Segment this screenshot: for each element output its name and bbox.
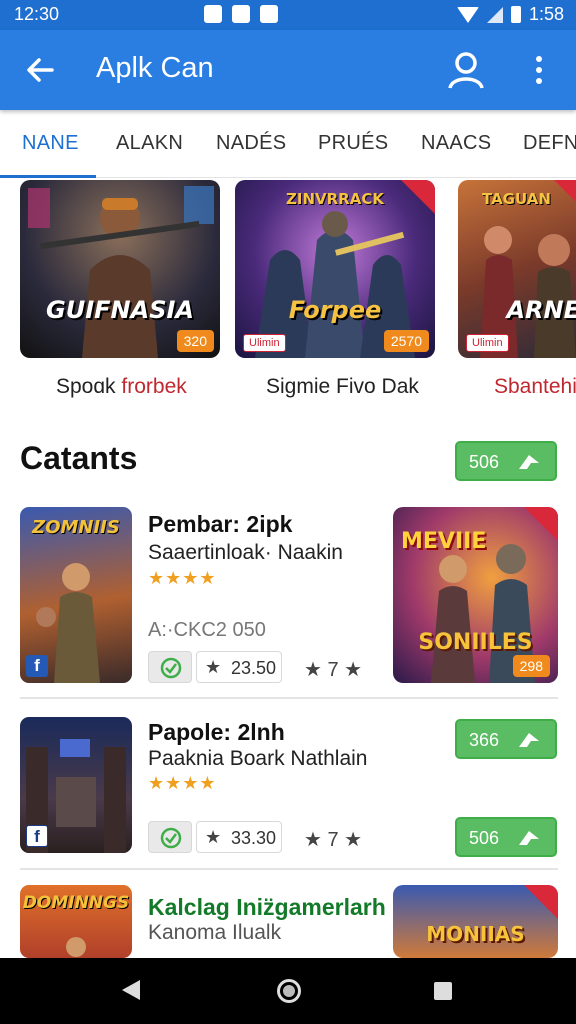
corner-ribbon bbox=[554, 180, 576, 214]
star-rating: ★★★★ bbox=[148, 568, 217, 589]
corner-ribbon bbox=[524, 507, 558, 541]
status-bar: 12:30 1:58 bbox=[0, 0, 576, 30]
signal-icon bbox=[486, 6, 503, 23]
tab-prues[interactable]: PRUÉS bbox=[318, 132, 388, 155]
publisher-pill: Ulimin bbox=[466, 334, 509, 352]
thumbnail-title: ZOMNIIS bbox=[32, 517, 120, 538]
status-clock: 1:58 bbox=[528, 4, 564, 24]
featured-label-2[interactable]: Sigmie Fivo Dak bbox=[266, 375, 419, 399]
tab-nane[interactable]: NANE bbox=[22, 132, 79, 155]
item-thumbnail[interactable]: f bbox=[20, 717, 132, 853]
item-thumbnail[interactable]: DOMINNGS bbox=[20, 885, 132, 958]
facebook-icon: f bbox=[26, 655, 48, 677]
nav-home-icon[interactable] bbox=[277, 979, 301, 1003]
verified-chip[interactable] bbox=[148, 821, 192, 853]
star-rating-text: ★★★★ bbox=[148, 773, 217, 793]
featured-art-title: ARNE bbox=[506, 296, 576, 324]
system-nav-bar bbox=[0, 958, 576, 1024]
active-tab-indicator bbox=[0, 175, 96, 178]
status-time: 12:30 bbox=[14, 4, 60, 24]
item-thumbnail[interactable]: ZOMNIIS f bbox=[20, 507, 132, 683]
rating-chip[interactable]: ★ 33.30 bbox=[196, 821, 282, 853]
camera-notification-icon bbox=[232, 5, 250, 23]
star-icon: ★ bbox=[205, 827, 222, 847]
promo-card[interactable]: MONIIAS bbox=[393, 885, 558, 958]
rank-indicator: ★ 7 ★ bbox=[304, 659, 363, 681]
featured-label-1[interactable]: Spoɑk frorbek bbox=[56, 375, 187, 399]
button-value: 366 bbox=[469, 730, 500, 750]
item-subtitle: Kanoma Ilualk bbox=[148, 921, 282, 944]
promo-art-title: SONIILES bbox=[418, 630, 533, 655]
price-badge: 298 bbox=[512, 655, 550, 677]
check-circle-icon bbox=[160, 827, 182, 849]
corner-ribbon bbox=[524, 885, 558, 919]
install-button[interactable]: 506 bbox=[455, 817, 557, 857]
flag-icon bbox=[519, 455, 539, 469]
verified-chip[interactable] bbox=[148, 651, 192, 683]
price-badge: 2570 bbox=[383, 330, 429, 352]
image-notification-icon bbox=[260, 5, 278, 23]
app-bar: Aplk Can bbox=[0, 30, 576, 110]
tab-naacs[interactable]: NAACS bbox=[421, 132, 491, 155]
install-button[interactable]: 366 bbox=[455, 719, 557, 759]
item-subtitle: Saaertinloak· Naakin bbox=[148, 541, 343, 564]
featured-art-title: Forpee bbox=[288, 296, 382, 324]
rating-value: 23.50 bbox=[231, 658, 277, 678]
promo-art-title: MONIIAS bbox=[426, 922, 525, 946]
app-title: Aplk Can bbox=[96, 52, 214, 84]
rating-chip[interactable]: ★ 23.50 bbox=[196, 651, 282, 683]
featured-card-1[interactable]: GUIFNASIA 320 bbox=[20, 180, 220, 358]
game-art-image bbox=[66, 937, 86, 957]
flag-icon bbox=[519, 733, 539, 747]
star-rating-text: ★★★★ bbox=[148, 568, 217, 588]
section-title: Catants bbox=[20, 440, 138, 476]
list-divider bbox=[20, 868, 558, 870]
featured-label-text: Spoɑk bbox=[56, 375, 122, 398]
button-value: 506 bbox=[469, 452, 500, 472]
nav-recents-icon[interactable] bbox=[434, 982, 452, 1000]
facebook-icon: f bbox=[26, 825, 48, 847]
featured-label-highlight: frorbek bbox=[121, 375, 187, 398]
flag-icon bbox=[519, 831, 539, 845]
wifi-icon bbox=[456, 6, 479, 23]
notification-icons bbox=[204, 5, 278, 23]
featured-art-title: GUIFNASIA bbox=[46, 296, 194, 324]
featured-label-3[interactable]: Sbantehi bbox=[494, 375, 576, 399]
button-value: 506 bbox=[469, 828, 500, 848]
featured-card-2[interactable]: ZINVRRACK Forpee Ulimin 2570 bbox=[235, 180, 435, 358]
item-title[interactable]: Papole: 2lnh bbox=[148, 719, 285, 746]
promo-art-top: MEVIIE bbox=[401, 529, 487, 554]
tab-nades[interactable]: NADÉS bbox=[216, 132, 286, 155]
item-meta: A:·CKC2 050 bbox=[148, 619, 266, 641]
tab-alakn[interactable]: ALAKN bbox=[116, 132, 183, 155]
more-options-icon[interactable] bbox=[524, 50, 554, 90]
tab-defna[interactable]: DEFNA bbox=[523, 132, 576, 155]
promo-card[interactable]: MEVIIE SONIILES 298 bbox=[393, 507, 558, 683]
status-icons: 1:58 bbox=[456, 4, 564, 25]
item-title[interactable]: Kalclag Iniz̈gamerlarh bbox=[148, 894, 386, 921]
back-arrow-icon[interactable] bbox=[22, 52, 58, 88]
star-rating: ★★★★ bbox=[148, 773, 217, 794]
price-badge: 320 bbox=[176, 330, 214, 352]
account-icon[interactable] bbox=[446, 50, 486, 90]
rating-value: 33.30 bbox=[231, 828, 277, 848]
nav-back-icon[interactable] bbox=[122, 980, 140, 1000]
list-divider bbox=[20, 697, 558, 699]
battery-icon bbox=[510, 6, 521, 23]
corner-ribbon bbox=[401, 180, 435, 214]
item-title[interactable]: Pembar: 2ipk bbox=[148, 511, 292, 538]
item-subtitle: Paaknia Boark Nathlain bbox=[148, 747, 368, 770]
rank-indicator: ★ 7 ★ bbox=[304, 829, 363, 851]
publisher-pill: Ulimin bbox=[243, 334, 286, 352]
featured-card-3[interactable]: TAGUAN ARNE Ulimin bbox=[458, 180, 576, 358]
section-action-button[interactable]: 506 bbox=[455, 441, 557, 481]
check-circle-icon bbox=[160, 657, 182, 679]
star-icon: ★ bbox=[205, 657, 222, 677]
photo-notification-icon bbox=[204, 5, 222, 23]
category-tabs: NANE ALAKN NADÉS PRUÉS NAACS DEFNA bbox=[0, 112, 576, 178]
